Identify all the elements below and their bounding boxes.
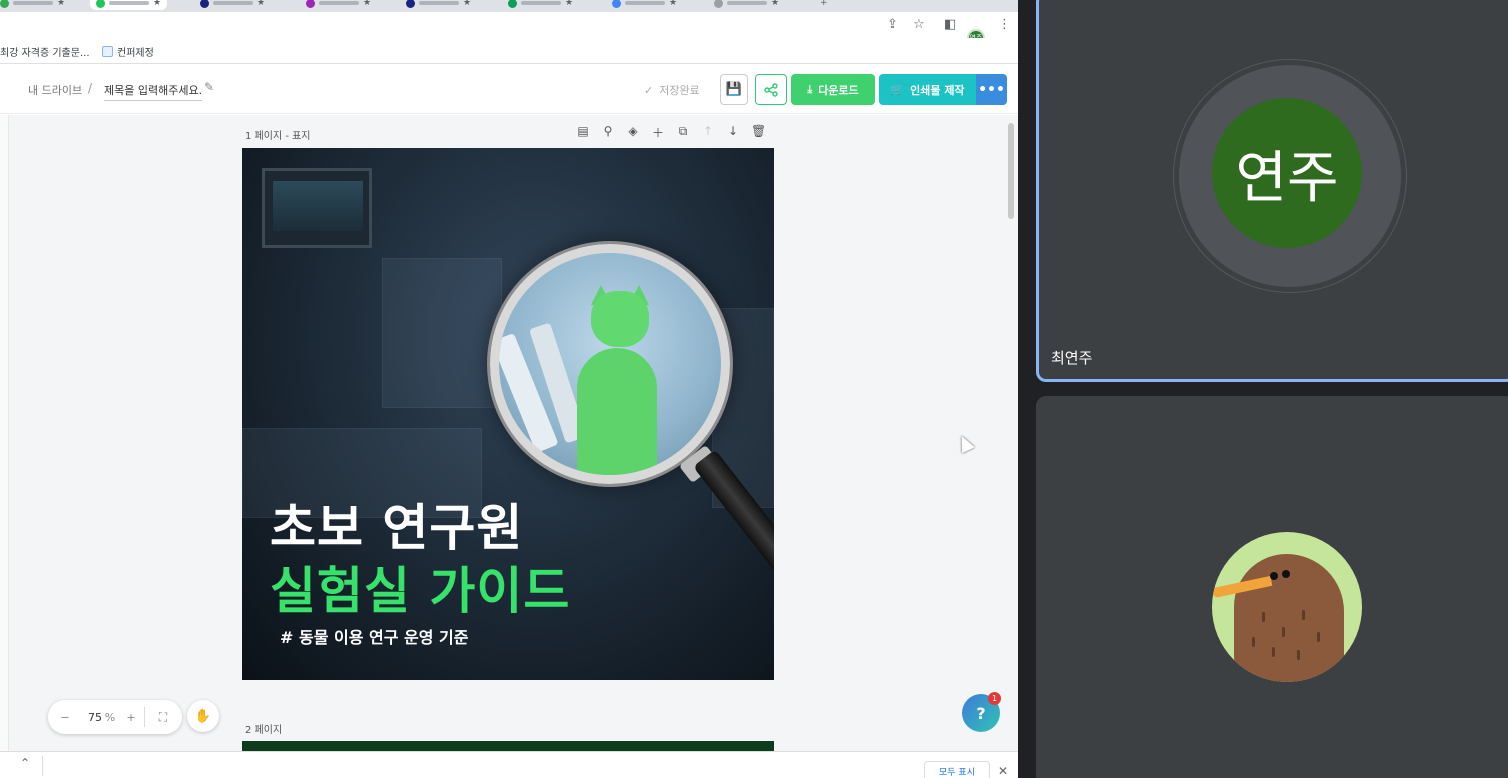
participant-name: 최연주 xyxy=(1051,349,1093,367)
green-cat-illustration xyxy=(577,348,657,475)
share-page-icon[interactable]: ⇪ xyxy=(887,17,898,33)
question-icon: ? xyxy=(976,703,986,723)
star-icon: ★ xyxy=(153,0,162,8)
bookmark-doc-icon xyxy=(102,46,113,57)
browser-tab[interactable]: ★ xyxy=(0,0,65,10)
participant-tile[interactable] xyxy=(1036,396,1508,778)
breadcrumb-separator: / xyxy=(88,81,93,95)
new-tab-button[interactable]: + xyxy=(820,0,828,10)
print-label: 인쇄물 제작 xyxy=(910,83,965,97)
bookmark-item[interactable]: 컨퍼제정 xyxy=(102,44,154,59)
page-toolbar: ▤ ⚲ ◈ ＋ ⧉ ↑ ↓ 🗑 xyxy=(576,124,766,141)
memo-icon[interactable]: ▤ xyxy=(576,124,590,141)
left-panel-strip xyxy=(0,115,9,751)
print-order-button[interactable]: 🛒 인쇄물 제작 xyxy=(879,74,976,105)
lab-monitor-shape xyxy=(262,168,372,248)
bookmark-label: 최강 자격증 기출문... xyxy=(0,48,90,59)
document-title-input[interactable]: 제목을 입력해주세요. xyxy=(104,82,203,101)
breadcrumb-my-drive[interactable]: 내 드라이브 xyxy=(28,82,82,98)
pencil-icon[interactable]: ✎ xyxy=(204,80,214,94)
browser-tab[interactable]: ★ xyxy=(612,0,677,10)
hand-tool-button[interactable]: ✋ xyxy=(187,700,219,732)
browser-tab-active[interactable]: ★ xyxy=(90,0,168,10)
bookmarks-bar: 최강 자격증 기출문... 컨퍼제정 xyxy=(0,38,1018,64)
download-bar: ⌃ 모두 표시 ✕ xyxy=(0,751,1018,778)
duplicate-icon[interactable]: ⧉ xyxy=(676,124,690,141)
kiwi-eye xyxy=(1270,572,1278,580)
kiwi-avatar-icon xyxy=(1212,532,1362,682)
editor-scrollbar[interactable] xyxy=(1008,123,1014,219)
editor-canvas[interactable]: 1 페이지 - 표지 ▤ ⚲ ◈ ＋ ⧉ ↑ ↓ 🗑 초보 연구원 실험실 가이… xyxy=(0,115,1018,751)
hand-icon: ✋ xyxy=(194,708,212,724)
share-button[interactable] xyxy=(755,74,787,105)
magic-icon[interactable]: ⚲ xyxy=(601,124,615,141)
notification-badge: 1 xyxy=(988,692,1001,705)
save-button[interactable]: 💾 xyxy=(720,74,748,105)
save-status-label: 저장완료 xyxy=(659,84,700,97)
browser-menu-icon[interactable]: ⋮ xyxy=(998,17,1011,33)
check-icon: ✓ xyxy=(644,83,654,97)
cat-head xyxy=(591,291,649,347)
trash-icon[interactable]: 🗑 xyxy=(751,124,766,141)
download-button[interactable]: ⤓ 다운로드 xyxy=(791,74,875,105)
add-page-icon[interactable]: ＋ xyxy=(651,124,665,141)
page-2-label: 2 페이지 xyxy=(245,725,283,736)
zoom-in-button[interactable]: + xyxy=(118,711,144,724)
browser-tab[interactable]: ★ xyxy=(200,0,265,10)
page-1-label: 1 페이지 - 표지 xyxy=(245,131,311,142)
fill-icon[interactable]: ◈ xyxy=(626,124,640,141)
star-icon: ★ xyxy=(669,0,678,8)
cover-subtitle[interactable]: # 동물 이용 연구 운영 기준 xyxy=(280,624,468,648)
chevron-up-icon[interactable]: ⌃ xyxy=(20,756,30,770)
share-icon xyxy=(764,82,778,97)
mouse-cursor xyxy=(955,432,975,454)
browser-tab[interactable]: ★ xyxy=(508,0,573,10)
move-up-icon[interactable]: ↑ xyxy=(701,124,715,141)
zoom-out-button[interactable]: − xyxy=(48,711,82,724)
star-icon: ★ xyxy=(565,0,574,8)
cover-title-line-1[interactable]: 초보 연구원 xyxy=(270,488,523,560)
floppy-icon: 💾 xyxy=(725,82,743,97)
cover-title-line-2[interactable]: 실험실 가이드 xyxy=(270,551,570,623)
screen: ★ ★ ★ ★ ★ ★ ★ ★ + ⇪ ☆ ◧ 연주 ⋮ 최강 자격증 기출문.… xyxy=(0,0,1508,778)
participant-tile-active[interactable]: 연주 최연주 xyxy=(1036,0,1508,382)
side-panel-icon[interactable]: ◧ xyxy=(944,17,956,33)
browser-tab[interactable]: ★ xyxy=(714,0,779,10)
browser-window: ★ ★ ★ ★ ★ ★ ★ ★ + ⇪ ☆ ◧ 연주 ⋮ 최강 자격증 기출문.… xyxy=(0,0,1018,778)
divider xyxy=(42,756,43,776)
star-icon: ★ xyxy=(57,0,66,8)
participant-avatar: 연주 xyxy=(1212,98,1362,248)
page-2-preview[interactable] xyxy=(242,741,774,751)
page-1-cover[interactable]: 초보 연구원 실험실 가이드 # 동물 이용 연구 운영 기준 xyxy=(242,148,774,680)
lab-shelf-shape xyxy=(382,258,502,408)
zoom-unit: % xyxy=(104,710,116,724)
more-options-button[interactable]: ••• xyxy=(976,74,1007,105)
fit-screen-icon[interactable]: ⛶ xyxy=(145,710,181,725)
zoom-value: 75 xyxy=(88,710,102,724)
browser-tab[interactable]: ★ xyxy=(306,0,371,10)
bookmark-star-icon[interactable]: ☆ xyxy=(913,17,925,33)
star-icon: ★ xyxy=(257,0,266,8)
close-icon[interactable]: ✕ xyxy=(998,764,1008,778)
app-header: 내 드라이브 / 제목을 입력해주세요. ✎ ✓ 저장완료 💾 ⤓ 다운로드 🛒… xyxy=(0,64,1018,114)
browser-tab[interactable]: ★ xyxy=(406,0,471,10)
bookmark-item[interactable]: 최강 자격증 기출문... xyxy=(0,44,90,59)
zoom-control: − 75 % + ⛶ xyxy=(48,700,182,734)
download-label: 다운로드 xyxy=(818,83,859,97)
address-bar-row: ⇪ ☆ ◧ 연주 ⋮ xyxy=(0,12,1018,47)
cart-icon: 🛒 xyxy=(890,83,905,96)
move-down-icon[interactable]: ↓ xyxy=(726,124,740,141)
star-icon: ★ xyxy=(363,0,372,8)
tab-strip: ★ ★ ★ ★ ★ ★ ★ ★ + xyxy=(0,0,1018,12)
ellipsis-icon: ••• xyxy=(978,81,1005,98)
save-status: ✓ 저장완료 xyxy=(644,82,700,98)
show-all-downloads-button[interactable]: 모두 표시 xyxy=(924,761,990,778)
download-icon: ⤓ xyxy=(807,82,813,96)
star-icon: ★ xyxy=(771,0,780,8)
magnifier-lens xyxy=(490,244,730,484)
star-icon: ★ xyxy=(463,0,472,8)
kiwi-eye xyxy=(1282,570,1290,578)
bookmark-label: 컨퍼제정 xyxy=(117,48,154,59)
